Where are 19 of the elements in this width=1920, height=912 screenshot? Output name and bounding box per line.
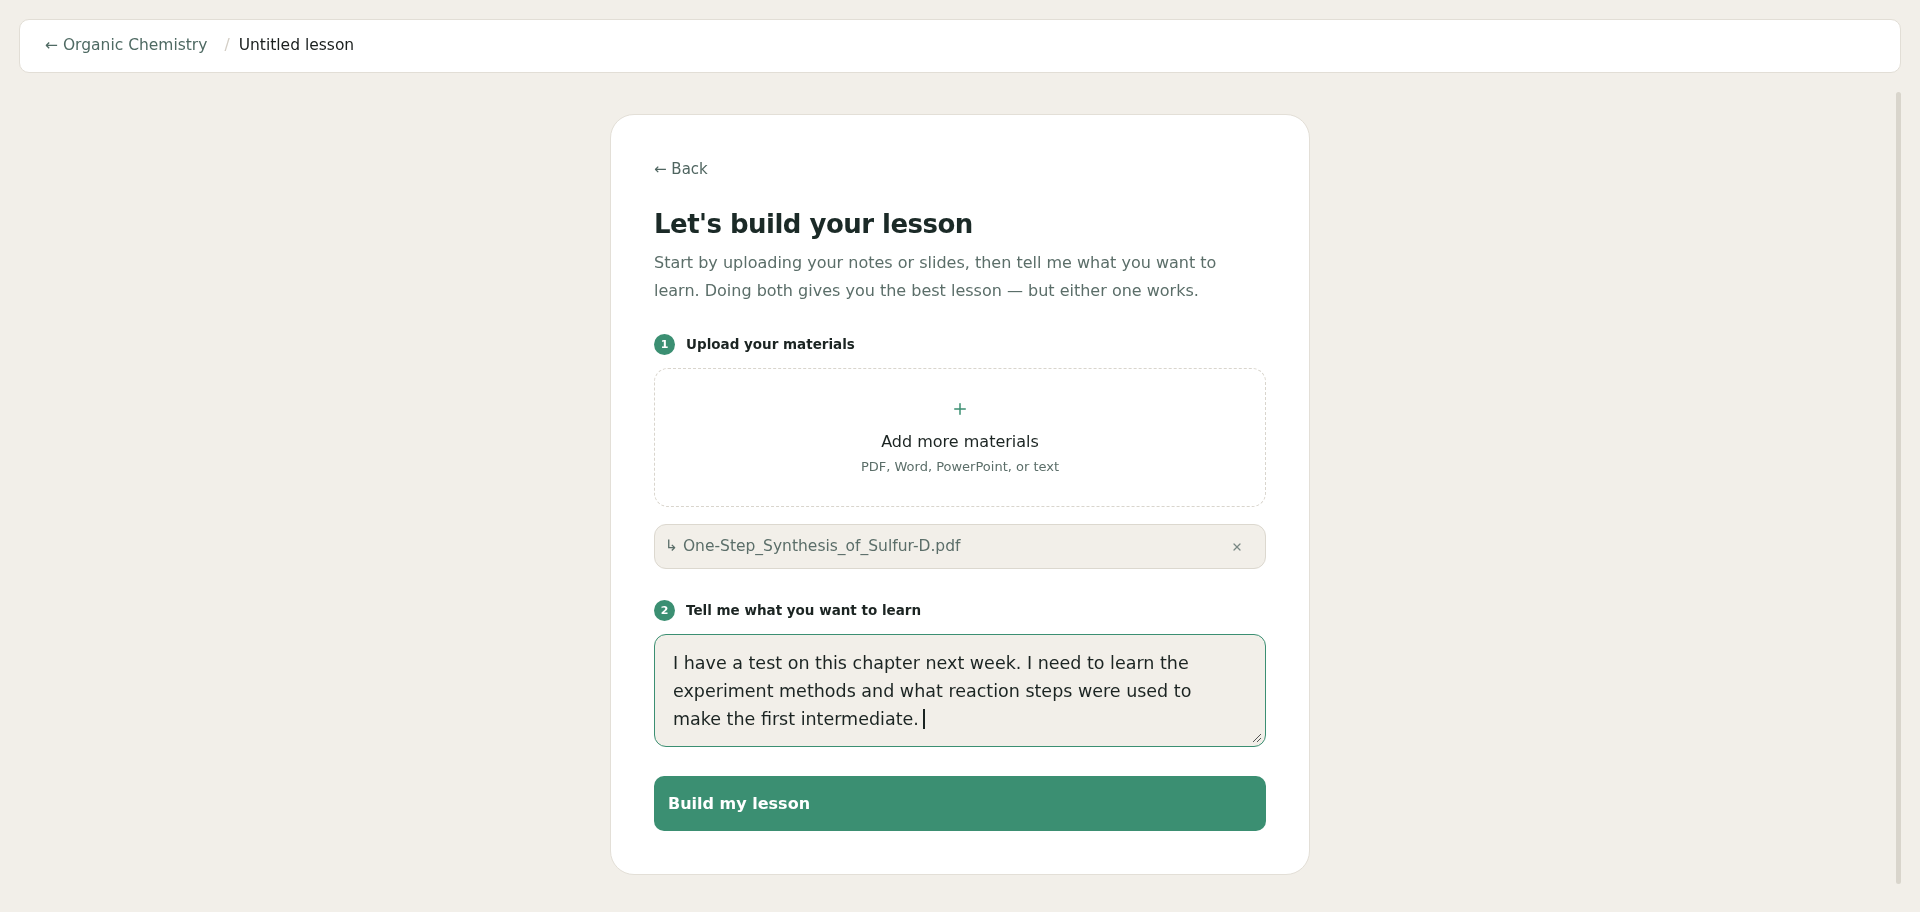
resize-handle-icon [1253,734,1261,742]
parent-course-link[interactable]: ← Organic Chemistry [45,34,208,58]
step-number-badge: 1 [654,333,675,355]
build-lesson-button[interactable]: Build my lesson [654,776,1266,831]
breadcrumb-separator: / [224,35,230,57]
text-cursor-icon [922,709,925,729]
step-number-badge: 2 [654,599,675,621]
file-name: ↳ One-Step_Synthesis_of_Sulfur-D.pdf [665,535,962,557]
step-label: Upload your materials [686,334,855,354]
back-link[interactable]: ← Back [654,158,708,180]
step-label: Tell me what you want to learn [686,600,922,620]
upload-dropzone[interactable]: Add more materials PDF, Word, PowerPoint, or text [654,368,1266,507]
learning-goal-field[interactable]: I have a test on this chapter next week. I need to learn the experiment methods and what reaction steps were used to make the first intermediate. [654,634,1266,747]
scrollbar[interactable] [1896,92,1901,884]
page-heading: Let's build your lesson [654,208,974,241]
dropzone-title: Add more materials [881,430,1039,453]
file-types-hint: PDF, Word, PowerPoint, or text [860,457,1060,476]
intro-text: Start by uploading your notes or slides, then tell me what you want to learn. Doing both gives you the best lesson — but either one works. [654,252,1218,302]
current-lesson-title: Untitled lesson [238,35,355,57]
